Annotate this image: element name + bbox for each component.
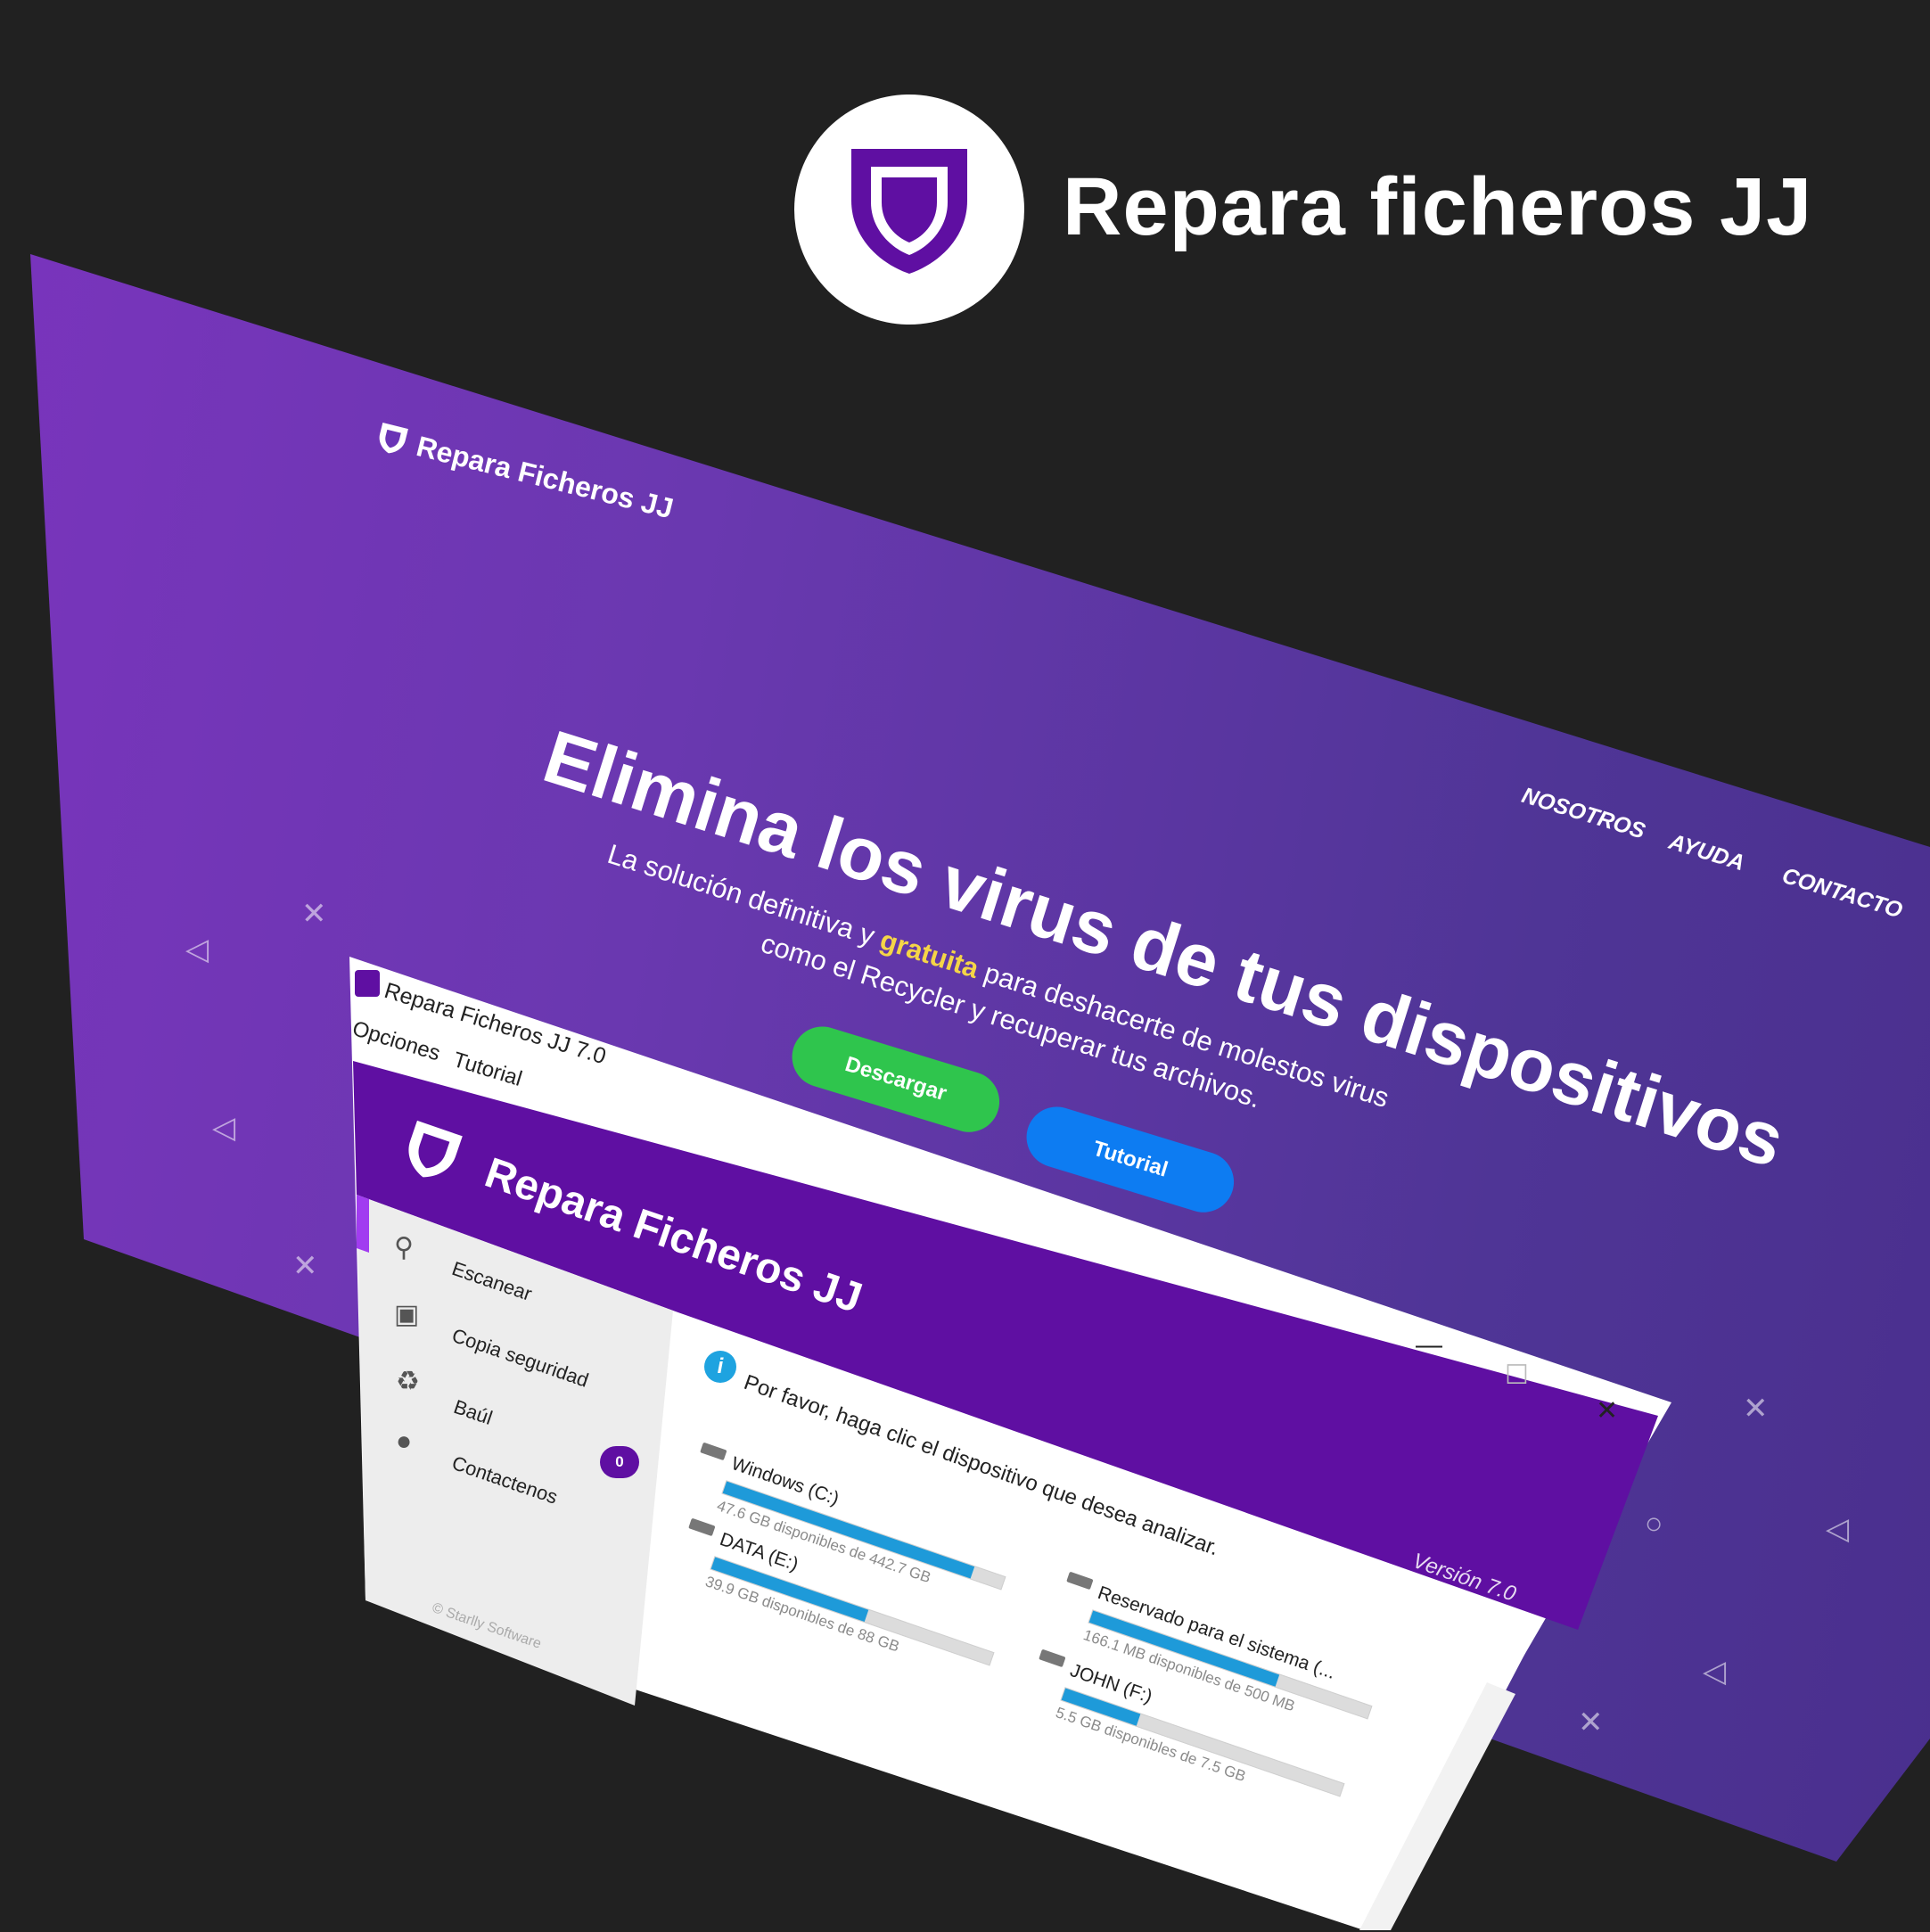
shield-icon: [851, 149, 967, 274]
close-button[interactable]: ✕: [1596, 1395, 1618, 1426]
decor-circle-icon: ○: [1645, 1507, 1663, 1541]
decor-triangle-icon: ◁: [1703, 1655, 1727, 1689]
floppy-icon: ▣: [394, 1300, 420, 1329]
brand-title: Repara ficheros JJ: [1063, 161, 1813, 252]
brand-logo: [794, 95, 1024, 325]
decor-triangle-icon: ◁: [1826, 1512, 1850, 1546]
site-logo[interactable]: Repara Ficheros JJ: [374, 419, 677, 525]
app-title-icon: [355, 970, 380, 997]
decor-cross-icon: ✕: [301, 897, 327, 931]
decor-cross-icon: ✕: [1743, 1392, 1769, 1426]
decor-cross-icon: ✕: [292, 1249, 318, 1283]
user-icon: ●: [396, 1426, 413, 1456]
decor-triangle-icon: ◁: [212, 1111, 236, 1145]
nav-ayuda[interactable]: AYUDA: [1666, 829, 1747, 876]
recycle-icon: ♻: [396, 1367, 420, 1396]
nav-nosotros[interactable]: NOSOTROS: [1519, 783, 1648, 845]
minimize-button[interactable]: —: [1416, 1330, 1442, 1361]
info-icon: i: [704, 1351, 736, 1383]
site-logo-text: Repara Ficheros JJ: [413, 429, 677, 524]
shield-icon: [379, 423, 408, 454]
maximize-button[interactable]: ☐: [1505, 1360, 1529, 1391]
nav-contacto[interactable]: CONTACTO: [1779, 863, 1905, 924]
decor-triangle-icon: ◁: [185, 933, 209, 966]
search-icon: ⚲: [394, 1233, 414, 1262]
decor-cross-icon: ✕: [1578, 1706, 1604, 1739]
contact-badge: 0: [600, 1446, 639, 1478]
